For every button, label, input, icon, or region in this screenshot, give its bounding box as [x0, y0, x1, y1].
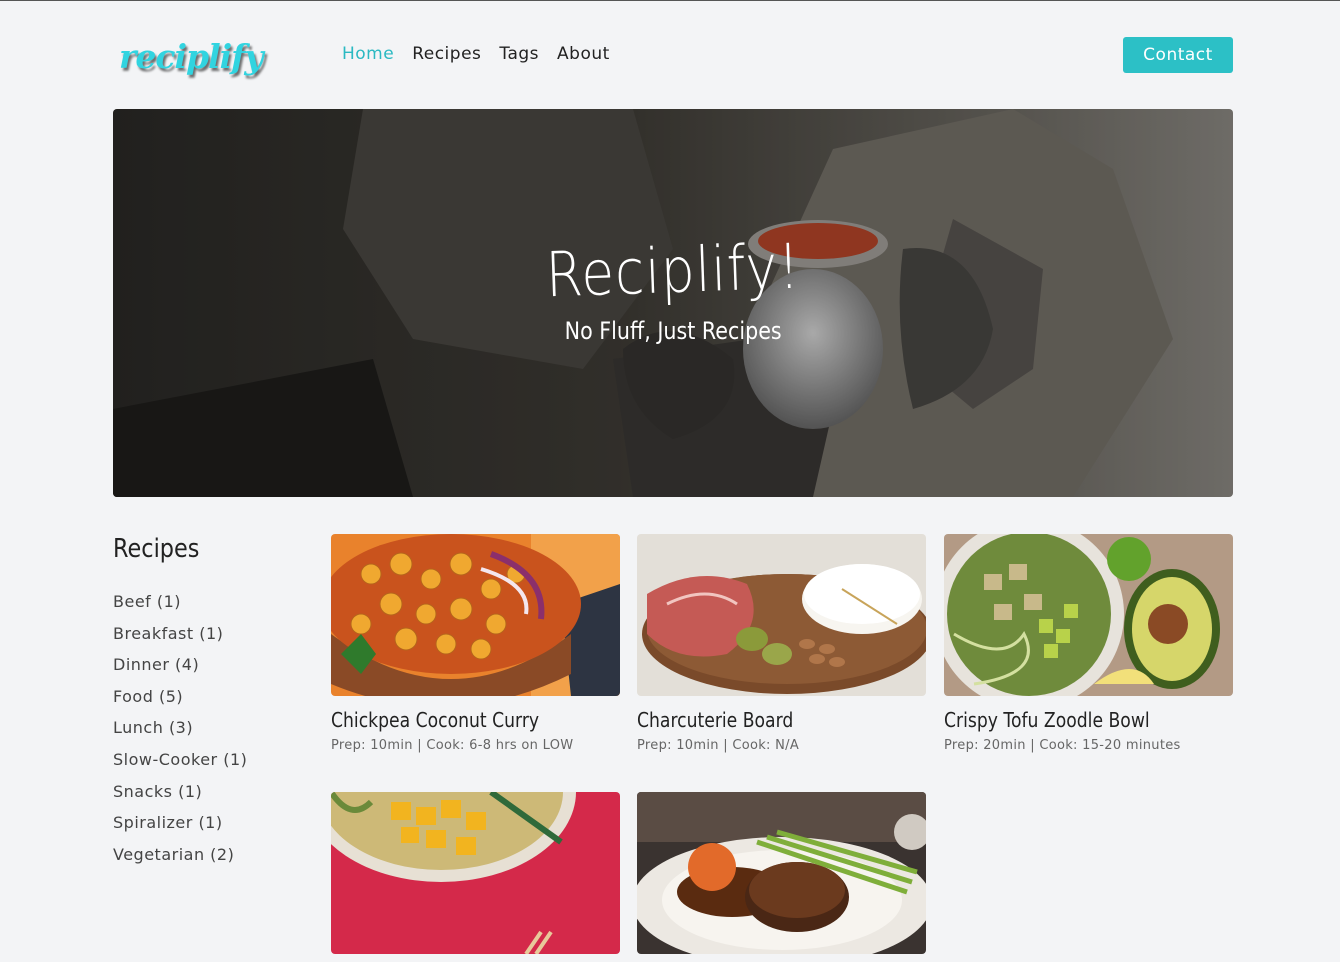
site-logo[interactable]: reciplify — [119, 37, 264, 76]
sidebar-heading: Recipes — [113, 534, 200, 564]
nav-link-home[interactable]: Home — [342, 44, 394, 64]
nav-link-about[interactable]: About — [557, 44, 610, 64]
contact-button[interactable]: Contact — [1123, 37, 1233, 73]
nav-link-recipes[interactable]: Recipes — [412, 44, 481, 64]
tag-link-beef[interactable]: Beef (1) — [113, 592, 313, 624]
hero-banner: Reciplify! No Fluff, Just Recipes — [113, 109, 1233, 497]
hero-title: Reciplify! — [544, 229, 802, 311]
hero-subtitle: No Fluff, Just Recipes — [564, 316, 782, 345]
recipe-card-steak-asparagus[interactable] — [637, 792, 926, 962]
tag-link-spiralizer[interactable]: Spiralizer (1) — [113, 813, 313, 845]
tag-link-lunch[interactable]: Lunch (3) — [113, 718, 313, 750]
recipe-meta: Prep: 10min | Cook: N/A — [637, 738, 800, 753]
tags-sidebar: Recipes Beef (1) Breakfast (1) Dinner (4… — [113, 534, 313, 876]
recipe-card-mango-bowl[interactable] — [331, 792, 620, 962]
tag-link-vegetarian[interactable]: Vegetarian (2) — [113, 845, 313, 877]
recipe-meta: Prep: 20min | Cook: 15-20 minutes — [944, 738, 1181, 753]
recipe-image[interactable] — [637, 534, 926, 696]
hero-text: Reciplify! No Fluff, Just Recipes — [113, 109, 1233, 497]
recipe-meta: Prep: 10min | Cook: 6-8 hrs on LOW — [331, 738, 574, 753]
recipe-card-charcuterie-board[interactable]: Charcuterie Board Prep: 10min | Cook: N/… — [637, 534, 926, 753]
nav-link-tags[interactable]: Tags — [499, 44, 539, 64]
recipe-image[interactable] — [637, 792, 926, 954]
recipe-title[interactable]: Crispy Tofu Zoodle Bowl — [944, 708, 1193, 732]
tag-link-slow-cooker[interactable]: Slow-Cooker (1) — [113, 750, 313, 782]
recipe-title[interactable]: Chickpea Coconut Curry — [331, 708, 580, 732]
recipe-image[interactable] — [331, 534, 620, 696]
recipe-image[interactable] — [944, 534, 1233, 696]
header-nav: reciplify Home Recipes Tags About Contac… — [113, 1, 1233, 109]
recipe-image[interactable] — [331, 792, 620, 954]
nav-links: Home Recipes Tags About — [342, 44, 610, 64]
tag-link-breakfast[interactable]: Breakfast (1) — [113, 624, 313, 656]
recipe-card-chickpea-curry[interactable]: Chickpea Coconut Curry Prep: 10min | Coo… — [331, 534, 620, 753]
tag-link-food[interactable]: Food (5) — [113, 687, 313, 719]
tag-list: Beef (1) Breakfast (1) Dinner (4) Food (… — [113, 592, 313, 876]
recipe-card-tofu-zoodle-bowl[interactable]: Crispy Tofu Zoodle Bowl Prep: 20min | Co… — [944, 534, 1233, 753]
recipe-title[interactable]: Charcuterie Board — [637, 708, 886, 732]
tag-link-dinner[interactable]: Dinner (4) — [113, 655, 313, 687]
tag-link-snacks[interactable]: Snacks (1) — [113, 782, 313, 814]
